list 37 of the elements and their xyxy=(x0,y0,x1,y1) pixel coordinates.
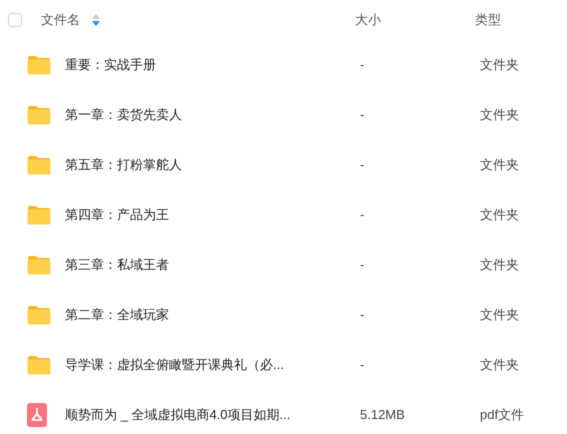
file-type: 文件夹 xyxy=(479,356,519,374)
file-name[interactable]: 重要：实战手册 xyxy=(65,55,355,75)
column-header[interactable]: 文件名 xyxy=(41,10,80,30)
file-size: 5.12MB xyxy=(359,406,406,424)
file-name[interactable]: 第一章：卖货先卖人 xyxy=(65,105,355,125)
file-type: 文件夹 xyxy=(479,156,519,174)
file-name[interactable]: 第四章：产品为王 xyxy=(65,205,355,225)
file-size: - xyxy=(359,306,366,324)
file-name[interactable]: 第五章：打粉掌舵人 xyxy=(65,155,355,175)
file-size: - xyxy=(359,256,366,274)
file-size: - xyxy=(359,206,366,224)
folder-icon xyxy=(27,205,51,225)
select-all-checkbox[interactable] xyxy=(8,13,22,27)
file-name[interactable]: 第三章：私域王者 xyxy=(65,255,355,275)
sort-icon[interactable] xyxy=(92,14,100,26)
file-size: - xyxy=(359,56,366,74)
pdf-icon xyxy=(27,403,47,427)
file-name[interactable]: 第二章：全域玩家 xyxy=(65,305,355,325)
folder-icon xyxy=(27,305,51,325)
column-header[interactable]: 类型 xyxy=(475,10,501,30)
file-name[interactable]: 导学课：虚拟全俯瞰暨开课典礼（必... xyxy=(65,355,355,375)
folder-icon xyxy=(27,55,51,75)
column-header[interactable]: 大小 xyxy=(355,10,381,30)
file-size: - xyxy=(359,156,366,174)
file-size: - xyxy=(359,356,366,374)
folder-icon xyxy=(27,105,51,125)
folder-icon xyxy=(27,355,51,375)
file-type: 文件夹 xyxy=(479,256,519,274)
file-type: pdf文件 xyxy=(479,406,524,424)
file-type: 文件夹 xyxy=(479,306,519,324)
file-type: 文件夹 xyxy=(479,56,519,74)
file-name[interactable]: 顺势而为 _ 全域虚拟电商4.0项目如期... xyxy=(65,405,355,425)
file-type: 文件夹 xyxy=(479,206,519,224)
file-type: 文件夹 xyxy=(479,106,519,124)
folder-icon xyxy=(27,255,51,275)
folder-icon xyxy=(27,155,51,175)
file-size: - xyxy=(359,106,366,124)
